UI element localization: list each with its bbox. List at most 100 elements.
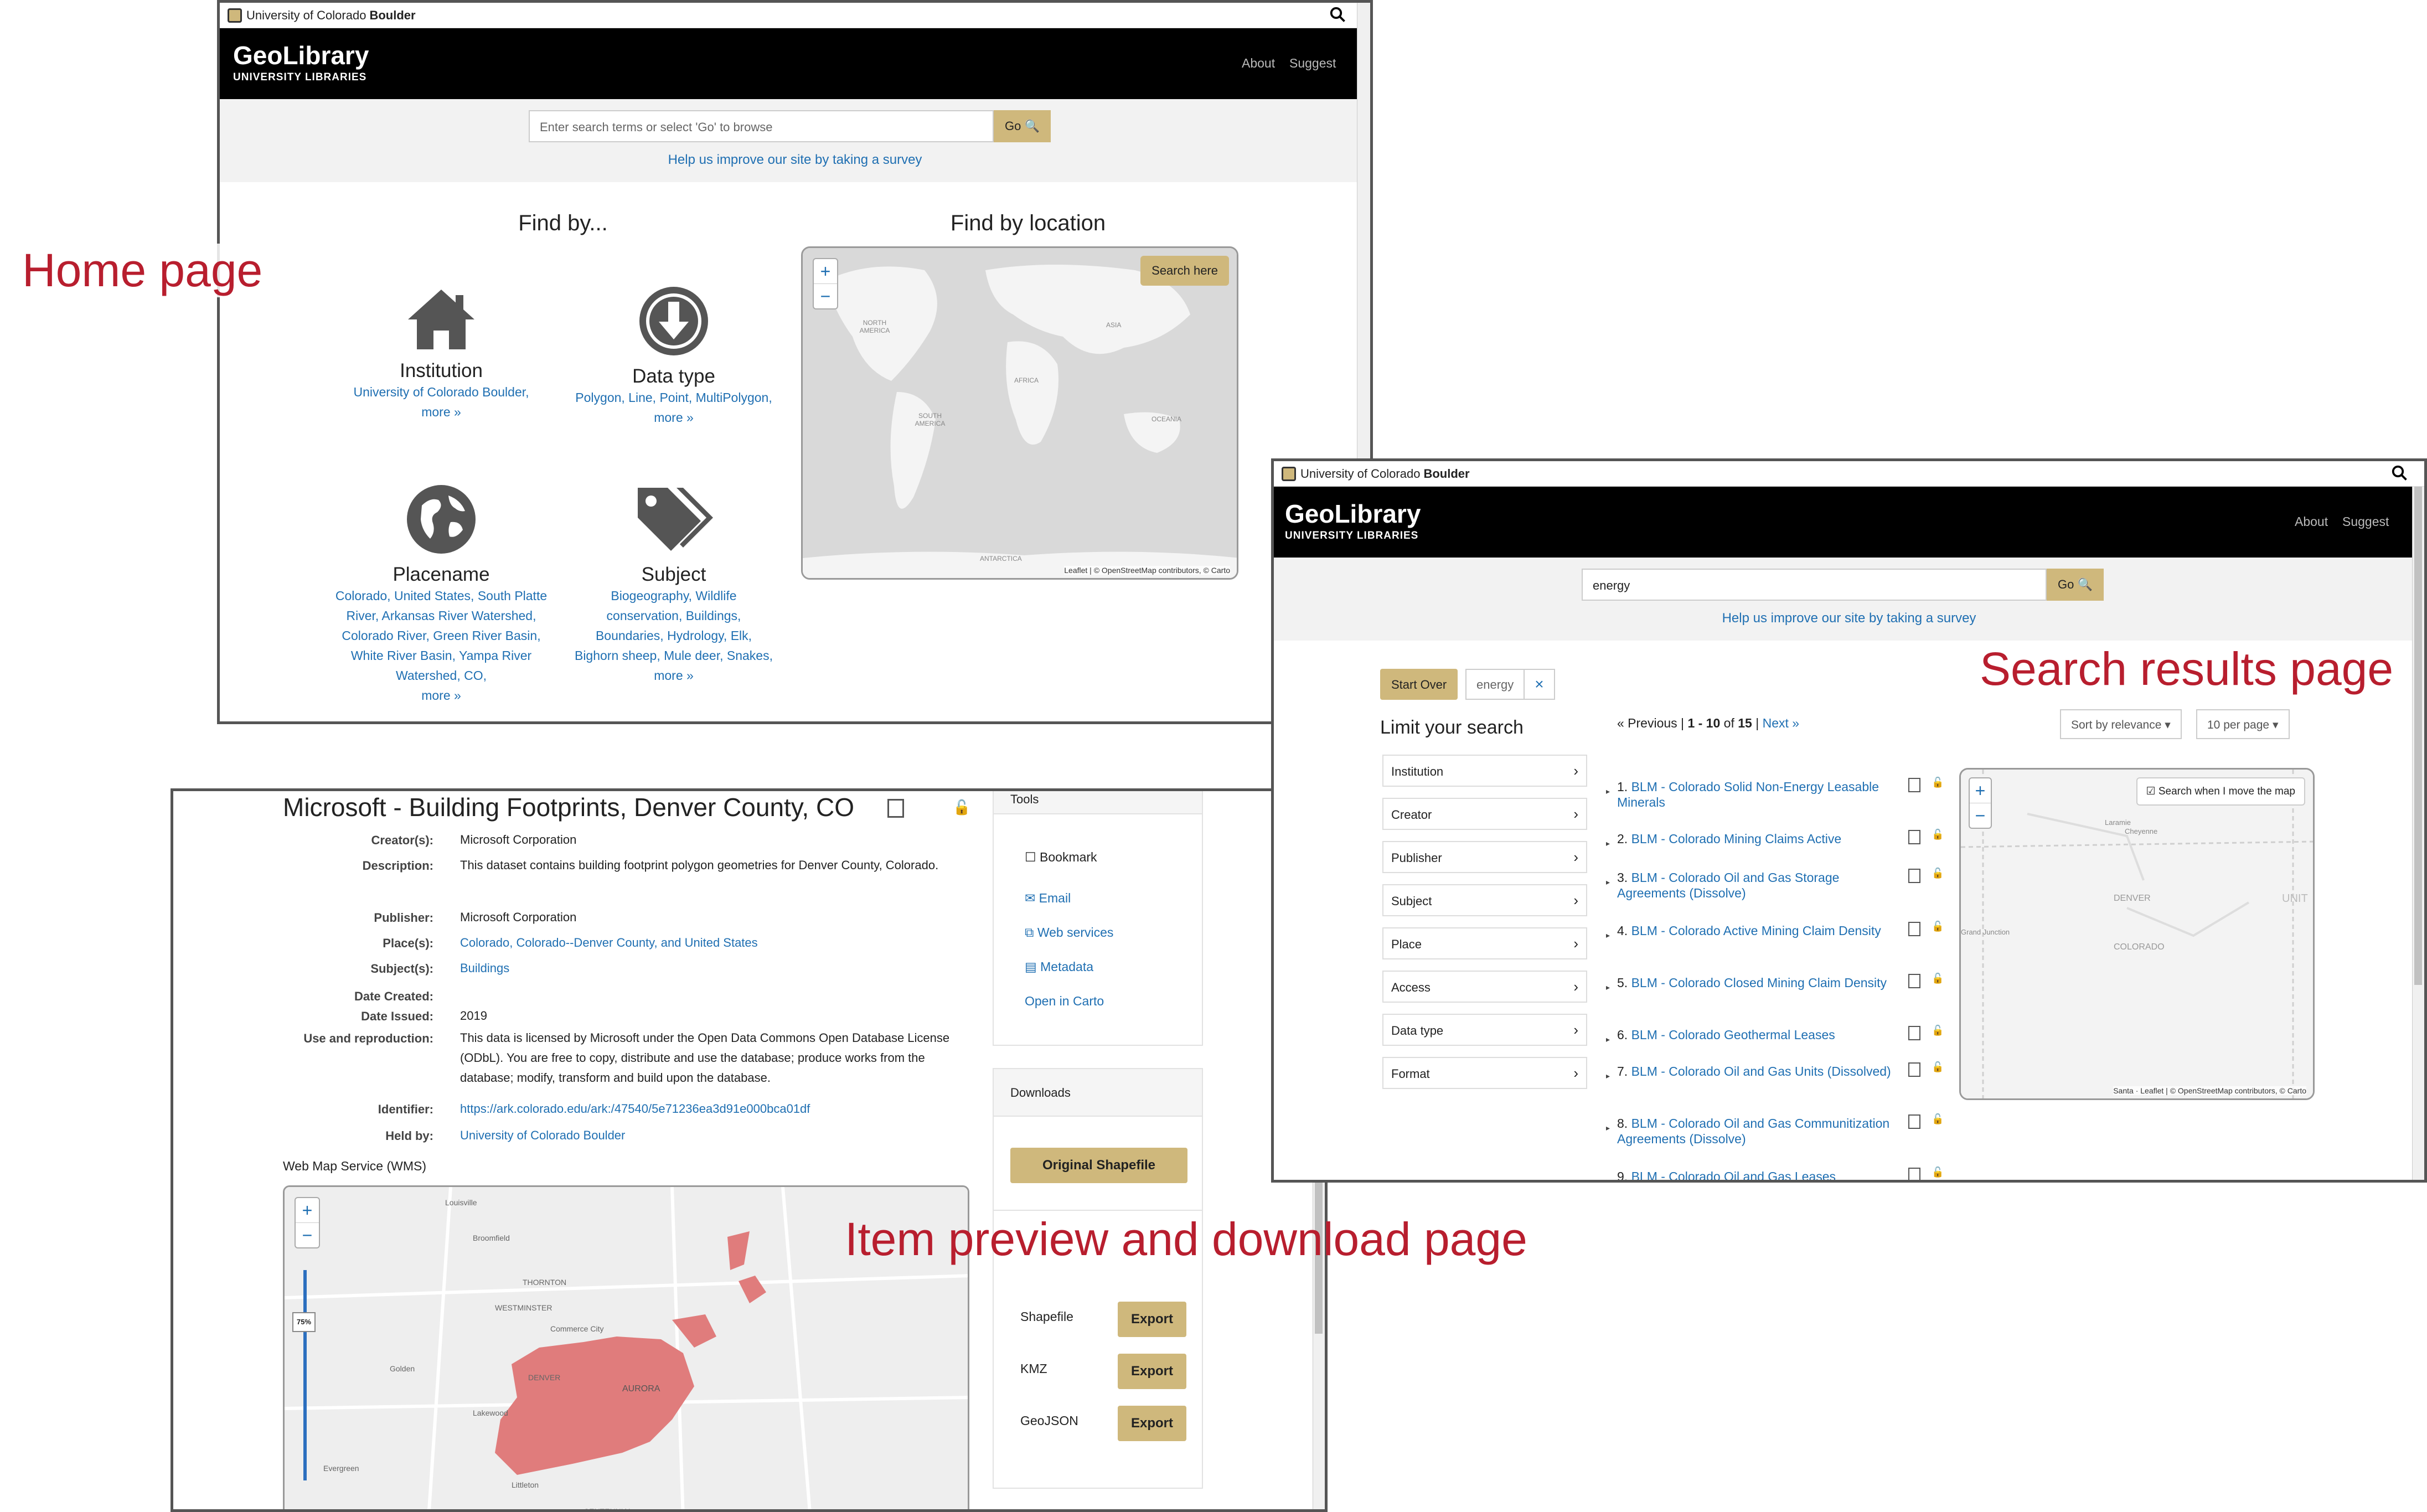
search-icon[interactable] (1329, 6, 1346, 23)
zoom-out-button[interactable]: − (296, 1223, 319, 1247)
bookmark-tool[interactable]: ☐ Bookmark (1025, 850, 1097, 865)
survey-link[interactable]: Help us improve our site by taking a sur… (220, 152, 1370, 168)
result-title-link[interactable]: BLM - Colorado Oil and Gas Units (Dissol… (1631, 1064, 1891, 1078)
location-map[interactable]: NORTH AMERICA ASIA AFRICA SOUTH AMERICA … (801, 246, 1238, 580)
category-institution[interactable]: Institution University of Colorado Bould… (342, 285, 541, 422)
metadata-tool[interactable]: ▤ Metadata (1025, 959, 1093, 974)
go-button[interactable]: Go 🔍 (994, 110, 1051, 142)
remove-constraint-icon[interactable]: × (1524, 670, 1553, 699)
scrollbar[interactable] (2412, 487, 2424, 1180)
facet-institution[interactable]: Institution › (1382, 755, 1587, 787)
export-shapefile-button[interactable]: Export (1118, 1302, 1187, 1337)
downloads-panel: Downloads Original Shapefile Shapefile E… (993, 1068, 1203, 1489)
category-subject[interactable]: Subject Biogeography, Wildlife conservat… (574, 483, 773, 685)
expand-icon[interactable]: ▸ (1606, 979, 1610, 995)
result-title-link[interactable]: BLM - Colorado Active Mining Claim Densi… (1631, 923, 1881, 938)
survey-link[interactable]: Help us improve our site by taking a sur… (1274, 611, 2424, 626)
nav-about[interactable]: About (1242, 56, 1275, 71)
result-item: ▸ 9. BLM - Colorado Oil and Gas Leases (1606, 1169, 1905, 1180)
facet-format[interactable]: Format › (1382, 1057, 1587, 1089)
constraint-pill: energy × (1465, 669, 1555, 700)
expand-icon[interactable]: ▸ (1606, 874, 1610, 890)
expand-icon[interactable]: ▸ (1606, 835, 1610, 851)
facet-place[interactable]: Place › (1382, 927, 1587, 959)
zoom-in-button[interactable]: + (1970, 778, 1991, 803)
bookmark-icon[interactable] (1908, 778, 1920, 792)
bookmark-icon[interactable] (1908, 1062, 1920, 1077)
facet-access[interactable]: Access › (1382, 971, 1587, 1003)
app-title[interactable]: GeoLibrary (1285, 499, 1421, 529)
nav-suggest[interactable]: Suggest (2342, 514, 2389, 529)
start-over-button[interactable]: Start Over (1380, 669, 1458, 700)
result-title-link[interactable]: BLM - Colorado Geothermal Leases (1631, 1028, 1835, 1042)
bookmark-icon[interactable] (1908, 1114, 1920, 1129)
zoom-in-button[interactable]: + (296, 1198, 319, 1223)
result-title-link[interactable]: BLM - Colorado Solid Non-Energy Leasable… (1617, 780, 1879, 809)
results-map[interactable]: Laramie Cheyenne DENVER COLORADO Grand J… (1959, 768, 2315, 1100)
facet-creator[interactable]: Creator › (1382, 798, 1587, 830)
expand-icon[interactable]: ▸ (1606, 1173, 1610, 1180)
unlock-icon: 🔓 (1932, 1061, 1944, 1072)
field-value[interactable]: https://ark.colorado.edu/ark:/47540/5e71… (460, 1099, 975, 1119)
opacity-slider-handle[interactable]: 75% (292, 1312, 316, 1332)
nav-about[interactable]: About (2295, 514, 2328, 529)
category-links[interactable]: Colorado, United States, South Platte Ri… (331, 586, 552, 685)
category-links[interactable]: University of Colorado Boulder, (342, 382, 541, 402)
search-input[interactable]: energy (1582, 569, 2047, 601)
search-move-checkbox[interactable]: ☑ Search when I move the map (2136, 777, 2305, 806)
expand-icon[interactable]: ▸ (1606, 783, 1610, 799)
web-services-tool[interactable]: ⧉ Web services (1025, 925, 1113, 940)
bookmark-icon[interactable] (1908, 1168, 1920, 1180)
category-links[interactable]: Polygon, Line, Point, MultiPolygon, (569, 388, 779, 407)
field-value[interactable]: University of Colorado Boulder (460, 1126, 975, 1145)
bookmark-icon[interactable] (1908, 1026, 1920, 1040)
opacity-slider-track[interactable] (303, 1270, 307, 1480)
open-in-carto-tool[interactable]: Open in Carto (1025, 994, 1104, 1009)
search-icon[interactable] (2391, 465, 2408, 481)
per-page-dropdown[interactable]: 10 per page ▾ (2196, 709, 2290, 739)
field-value[interactable]: Buildings (460, 958, 975, 978)
facet-data-type[interactable]: Data type › (1382, 1014, 1587, 1046)
category-data-type[interactable]: Data type Polygon, Line, Point, MultiPol… (569, 285, 779, 427)
wms-label: Web Map Service (WMS) (283, 1159, 427, 1173)
bookmark-icon[interactable] (1908, 922, 1920, 936)
bookmark-icon[interactable] (887, 799, 904, 818)
tools-header: Tools (994, 791, 1202, 814)
email-tool[interactable]: ✉ Email (1025, 891, 1071, 906)
search-input[interactable]: Enter search terms or select 'Go' to bro… (529, 110, 994, 142)
category-links[interactable]: Biogeography, Wildlife conservation, Bui… (574, 586, 773, 665)
expand-icon[interactable]: ▸ (1606, 1031, 1610, 1047)
zoom-out-button[interactable]: − (814, 284, 837, 308)
go-button[interactable]: Go 🔍 (2047, 569, 2104, 601)
export-kmz-button[interactable]: Export (1118, 1354, 1187, 1389)
more-link[interactable]: more » (574, 665, 773, 685)
bookmark-icon[interactable] (1908, 830, 1920, 844)
facet-subject[interactable]: Subject › (1382, 884, 1587, 916)
zoom-out-button[interactable]: − (1970, 803, 1991, 828)
app-title[interactable]: GeoLibrary (233, 40, 369, 70)
original-shapefile-button[interactable]: Original Shapefile (1010, 1148, 1187, 1183)
more-link[interactable]: more » (569, 407, 779, 427)
expand-icon[interactable]: ▸ (1606, 927, 1610, 943)
field-value[interactable]: Colorado, Colorado--Denver County, and U… (460, 933, 975, 953)
cu-header: University of Colorado Boulder (1274, 461, 2424, 487)
category-placename[interactable]: Placename Colorado, United States, South… (331, 483, 552, 705)
result-title-link[interactable]: BLM - Colorado Mining Claims Active (1631, 832, 1842, 846)
result-title-link[interactable]: BLM - Colorado Closed Mining Claim Densi… (1631, 976, 1887, 990)
facet-publisher[interactable]: Publisher › (1382, 841, 1587, 873)
result-title-link[interactable]: BLM - Colorado Oil and Gas Leases (1631, 1169, 1836, 1180)
search-here-button[interactable]: Search here (1140, 256, 1229, 286)
zoom-in-button[interactable]: + (814, 259, 837, 284)
more-link[interactable]: more » (342, 402, 541, 422)
next-link[interactable]: Next » (1763, 716, 1799, 730)
bookmark-icon[interactable] (1908, 974, 1920, 988)
export-geojson-button[interactable]: Export (1118, 1406, 1187, 1441)
bookmark-icon[interactable] (1908, 869, 1920, 883)
nav-suggest[interactable]: Suggest (1289, 56, 1336, 71)
result-title-link[interactable]: BLM - Colorado Oil and Gas Communitizati… (1617, 1116, 1889, 1146)
expand-icon[interactable]: ▸ (1606, 1068, 1610, 1083)
sort-dropdown[interactable]: Sort by relevance ▾ (2060, 709, 2182, 739)
result-title-link[interactable]: BLM - Colorado Oil and Gas Storage Agree… (1617, 870, 1839, 900)
expand-icon[interactable]: ▸ (1606, 1120, 1610, 1136)
more-link[interactable]: more » (331, 685, 552, 705)
